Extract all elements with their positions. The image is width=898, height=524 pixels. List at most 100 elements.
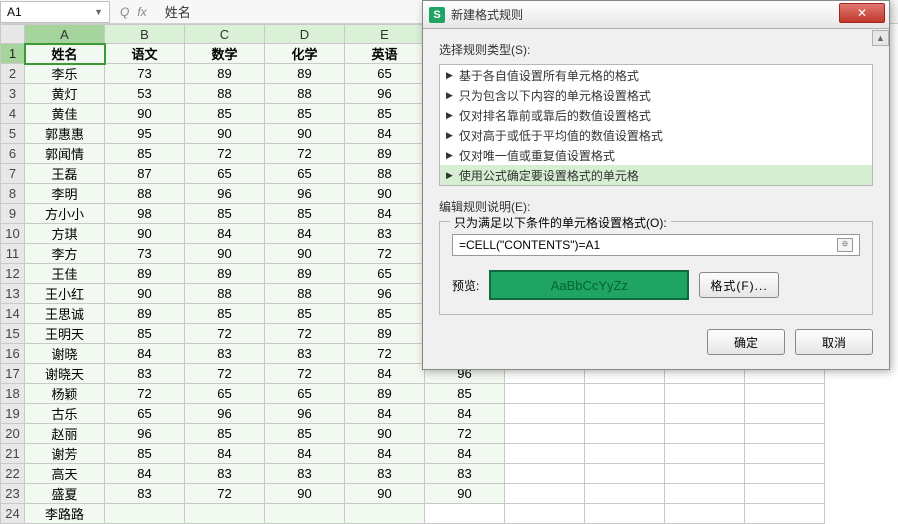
cell[interactable]: 88 (185, 84, 265, 104)
cell[interactable]: 85 (425, 384, 505, 404)
row-header[interactable]: 15 (1, 324, 25, 344)
active-cell[interactable]: 姓名 (25, 44, 105, 64)
format-button[interactable]: 格式(F)... (699, 272, 778, 298)
cell[interactable]: 89 (105, 304, 185, 324)
cell[interactable] (665, 444, 745, 464)
cell[interactable]: 郭闻情 (25, 144, 105, 164)
cancel-icon[interactable]: Q (120, 5, 129, 19)
cell[interactable] (585, 404, 665, 424)
cell[interactable]: 王明天 (25, 324, 105, 344)
cell[interactable] (345, 504, 425, 524)
cell[interactable]: 85 (265, 304, 345, 324)
cell[interactable]: 赵丽 (25, 424, 105, 444)
cell[interactable]: 72 (345, 344, 425, 364)
cell[interactable] (585, 444, 665, 464)
cell[interactable]: 90 (105, 104, 185, 124)
row-header[interactable]: 23 (1, 484, 25, 504)
cell[interactable]: 88 (185, 284, 265, 304)
cell[interactable]: 89 (185, 64, 265, 84)
cell[interactable]: 96 (345, 284, 425, 304)
rule-type-list[interactable]: ▶基于各自值设置所有单元格的格式▶只为包含以下内容的单元格设置格式▶仅对排名靠前… (439, 64, 873, 186)
cell[interactable] (505, 384, 585, 404)
cell[interactable]: 85 (345, 304, 425, 324)
row-header[interactable]: 9 (1, 204, 25, 224)
row-header[interactable]: 22 (1, 464, 25, 484)
cell[interactable]: 89 (265, 264, 345, 284)
cell[interactable]: 85 (185, 424, 265, 444)
cell[interactable]: 83 (185, 464, 265, 484)
cell[interactable]: 谢晓天 (25, 364, 105, 384)
cell[interactable]: 90 (345, 424, 425, 444)
cell[interactable]: 90 (265, 244, 345, 264)
cell[interactable]: 65 (185, 164, 265, 184)
cell[interactable]: 96 (265, 184, 345, 204)
row-header[interactable]: 8 (1, 184, 25, 204)
rule-type-item[interactable]: ▶只为包含以下内容的单元格设置格式 (440, 85, 872, 105)
cell[interactable]: 黄佳 (25, 104, 105, 124)
cell[interactable]: 89 (345, 324, 425, 344)
cell[interactable]: 73 (105, 64, 185, 84)
row-header[interactable]: 7 (1, 164, 25, 184)
cell[interactable] (745, 424, 825, 444)
cell[interactable]: 53 (105, 84, 185, 104)
cell[interactable]: 85 (265, 104, 345, 124)
row-header[interactable]: 21 (1, 444, 25, 464)
cell[interactable]: 90 (105, 284, 185, 304)
cell[interactable] (745, 504, 825, 524)
cell[interactable] (585, 464, 665, 484)
row-header[interactable]: 18 (1, 384, 25, 404)
rule-type-item[interactable]: ▶仅对高于或低于平均值的数值设置格式 (440, 125, 872, 145)
cell[interactable]: 83 (425, 464, 505, 484)
cell[interactable]: 72 (185, 364, 265, 384)
cell[interactable]: 84 (105, 344, 185, 364)
cell[interactable] (665, 484, 745, 504)
cell[interactable]: 72 (265, 144, 345, 164)
cell[interactable] (665, 504, 745, 524)
row-header[interactable]: 20 (1, 424, 25, 444)
rule-type-item[interactable]: ▶基于各自值设置所有单元格的格式 (440, 65, 872, 85)
cell[interactable]: 88 (265, 84, 345, 104)
cell[interactable]: 83 (345, 464, 425, 484)
cell[interactable] (585, 384, 665, 404)
cell[interactable]: 72 (185, 484, 265, 504)
cell[interactable]: 90 (265, 484, 345, 504)
cell[interactable]: 王思诚 (25, 304, 105, 324)
cell[interactable] (665, 384, 745, 404)
row-header[interactable]: 13 (1, 284, 25, 304)
row-header[interactable]: 24 (1, 504, 25, 524)
header-cell[interactable]: 化学 (265, 44, 345, 64)
cell[interactable] (105, 504, 185, 524)
cell[interactable]: 95 (105, 124, 185, 144)
cell[interactable]: 85 (185, 104, 265, 124)
cell[interactable]: 90 (345, 184, 425, 204)
rule-type-item[interactable]: ▶仅对唯一值或重复值设置格式 (440, 145, 872, 165)
cell[interactable] (505, 504, 585, 524)
cell[interactable]: 方琪 (25, 224, 105, 244)
cell[interactable]: 72 (425, 424, 505, 444)
cell[interactable]: 96 (105, 424, 185, 444)
row-header[interactable]: 1 (1, 44, 25, 64)
cell[interactable] (585, 484, 665, 504)
fx-icon[interactable]: fx (137, 5, 146, 19)
range-picker-icon[interactable]: ⯐ (837, 238, 853, 252)
cell[interactable]: 65 (265, 164, 345, 184)
cell[interactable]: 89 (345, 384, 425, 404)
cell[interactable] (505, 424, 585, 444)
cell[interactable] (265, 504, 345, 524)
cell[interactable]: 72 (265, 364, 345, 384)
cell[interactable]: 85 (265, 424, 345, 444)
name-box[interactable]: A1 ▼ (0, 1, 110, 23)
cell[interactable]: 72 (185, 144, 265, 164)
cell[interactable]: 88 (105, 184, 185, 204)
cell[interactable]: 84 (345, 124, 425, 144)
cell[interactable]: 89 (105, 264, 185, 284)
cell[interactable] (185, 504, 265, 524)
cell[interactable] (505, 404, 585, 424)
cell[interactable]: 65 (105, 404, 185, 424)
cell[interactable]: 84 (345, 204, 425, 224)
cell[interactable]: 90 (185, 124, 265, 144)
cell[interactable]: 盛夏 (25, 484, 105, 504)
cell[interactable] (505, 444, 585, 464)
cell[interactable]: 65 (345, 64, 425, 84)
header-cell[interactable]: 英语 (345, 44, 425, 64)
